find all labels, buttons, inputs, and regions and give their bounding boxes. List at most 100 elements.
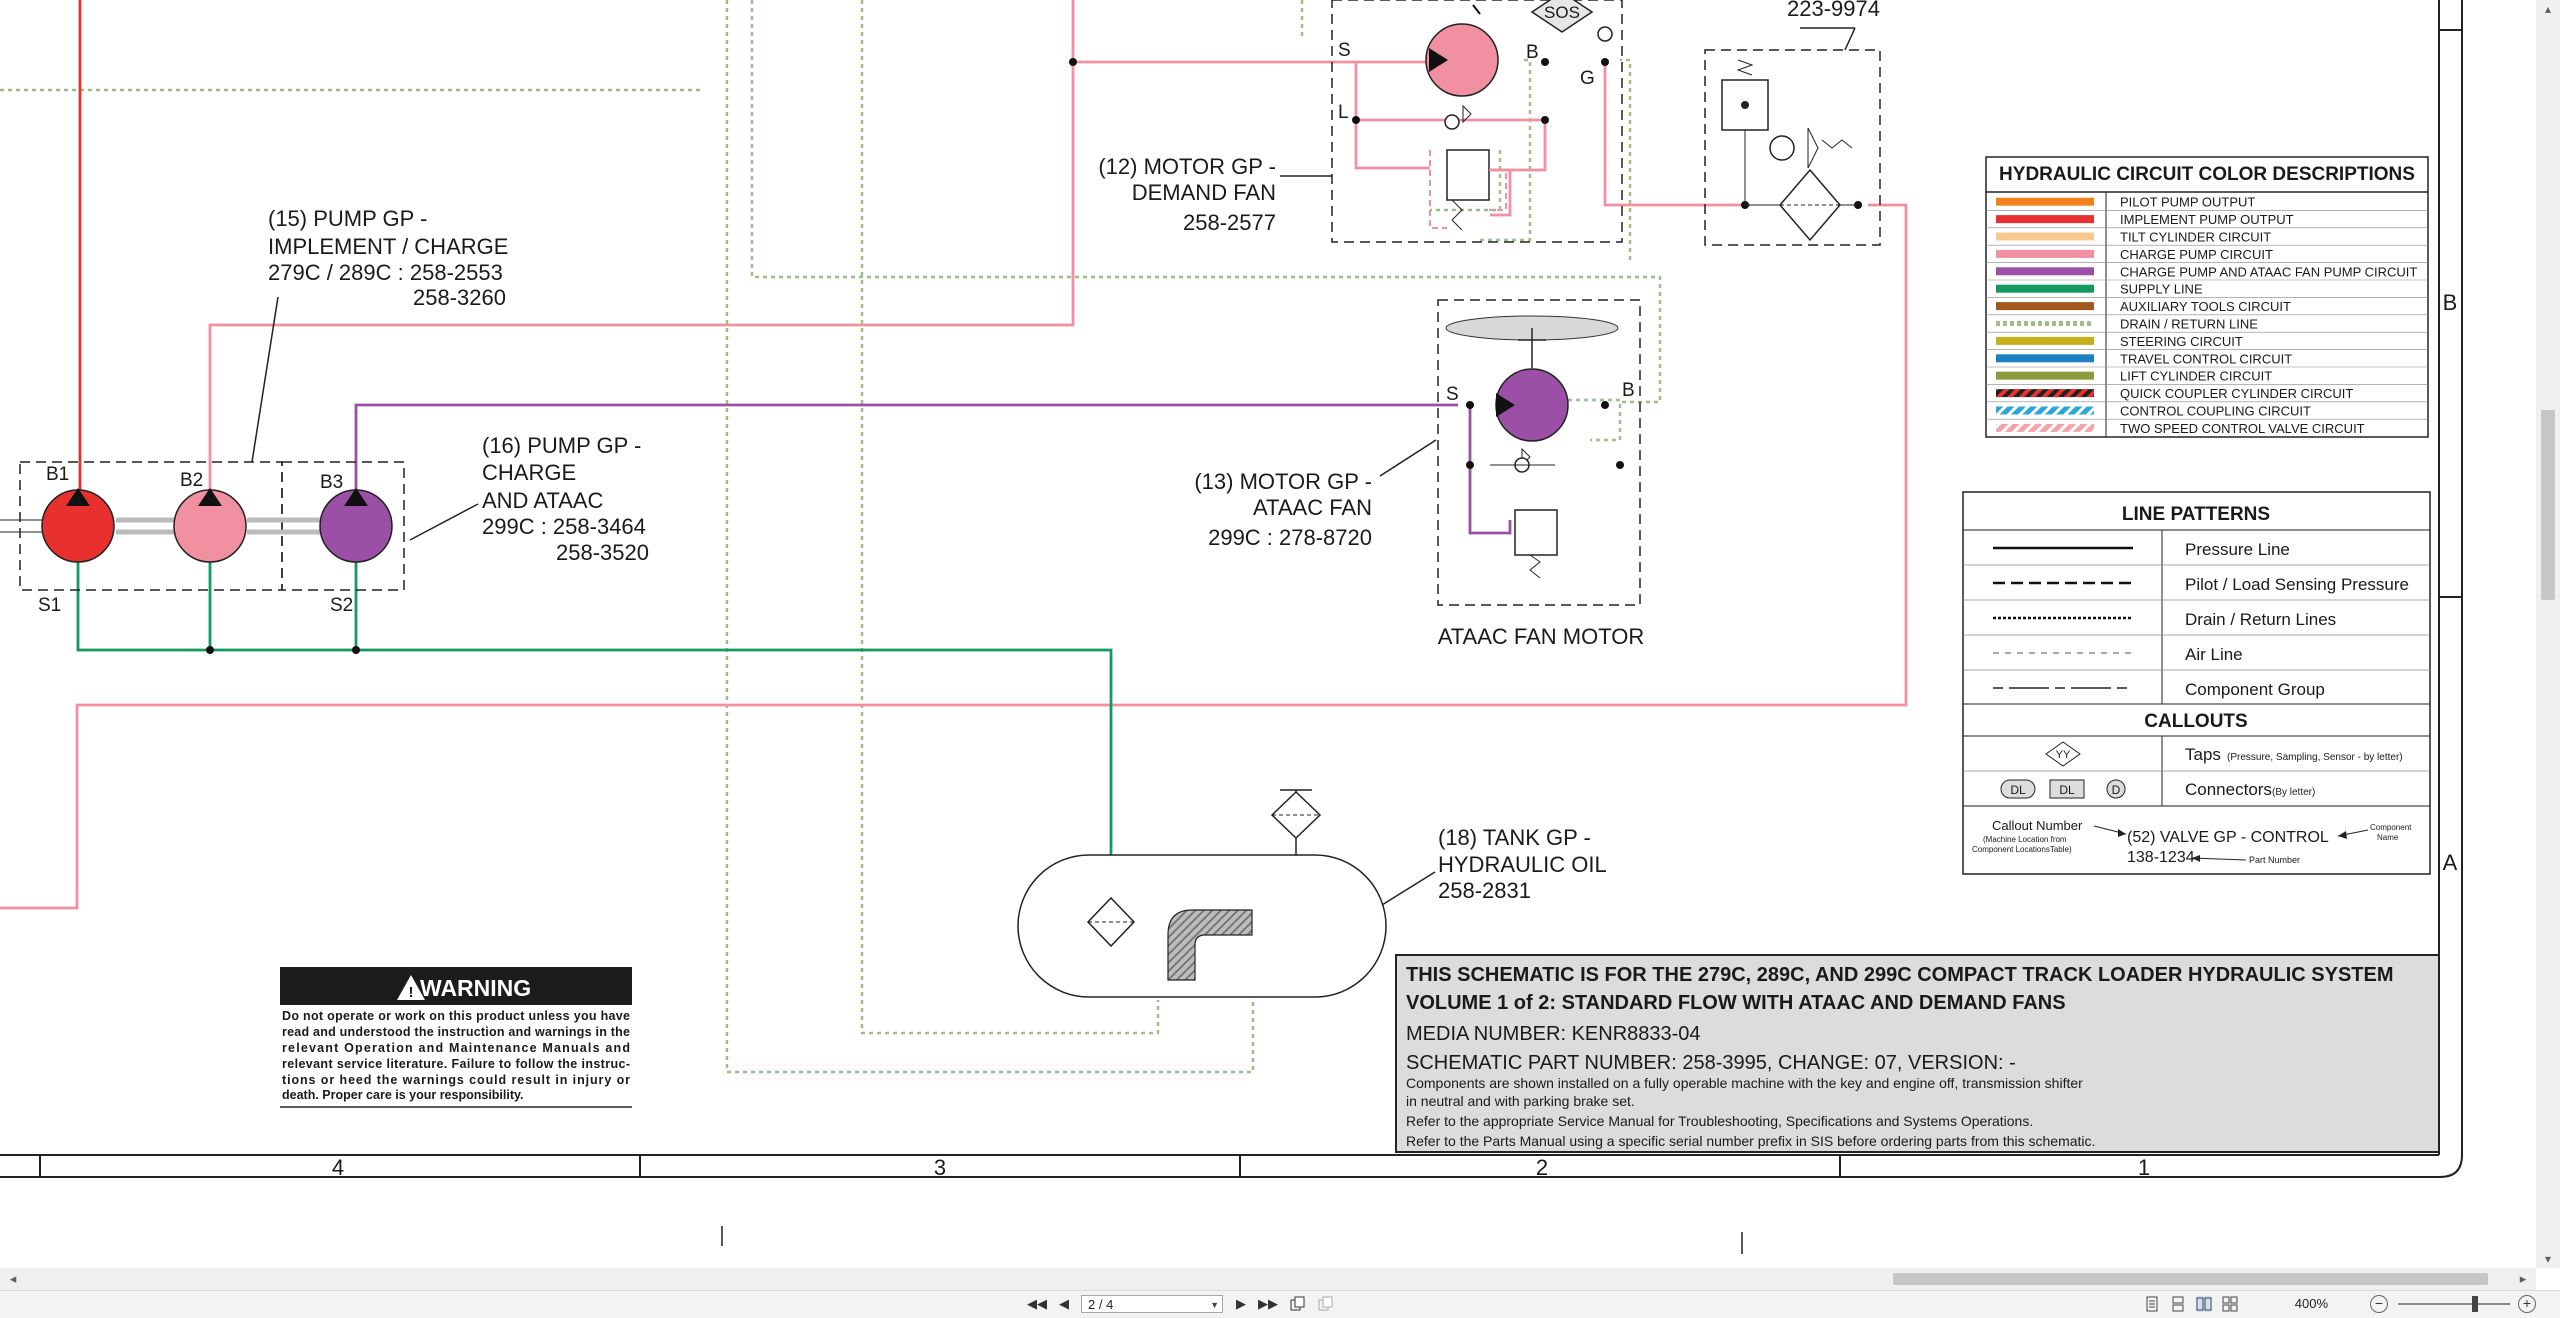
svg-text:Do not operate or work on this: Do not operate or work on this product u… [282, 1009, 630, 1023]
svg-text:DEMAND FAN: DEMAND FAN [1132, 180, 1276, 205]
color-legend-label: TILT CYLINDER CIRCUIT [2120, 230, 2271, 245]
svg-text:(Pressure, Sampling, Sensor -: (Pressure, Sampling, Sensor - by letter) [2227, 752, 2403, 763]
svg-text:death. Proper care is your res: death. Proper care is your responsibilit… [282, 1088, 524, 1102]
compare-page-icon[interactable] [1318, 1296, 1334, 1312]
zoom-level[interactable]: 400% [2272, 1295, 2328, 1313]
motor-13-callout: (13) MOTOR GP - ATAAC FAN 299C : 278-872… [1194, 439, 1645, 649]
color-legend-label: SUPPLY LINE [2120, 282, 2203, 297]
svg-text:DL: DL [2059, 783, 2075, 797]
junction-dots [206, 58, 1862, 654]
svg-text:SOS: SOS [1544, 3, 1580, 22]
svg-text:Part Number: Part Number [2249, 855, 2300, 865]
svg-text:CALLOUTS: CALLOUTS [2144, 711, 2247, 732]
color-swatch [1996, 267, 2094, 276]
color-legend-label: CONTROL COUPLING CIRCUIT [2120, 404, 2311, 419]
color-swatch [1996, 302, 2094, 311]
svg-text:HYDRAULIC CIRCUIT COLOR DESCRI: HYDRAULIC CIRCUIT COLOR DESCRIPTIONS [1999, 164, 2415, 185]
facing-pages-view-icon[interactable] [2196, 1296, 2212, 1312]
svg-text:258-2577: 258-2577 [1183, 210, 1276, 235]
svg-text:): ) [0, 186, 1, 211]
scroll-up-arrow-icon[interactable]: ▴ [2536, 0, 2560, 18]
svg-text:223-9974: 223-9974 [1787, 0, 1880, 21]
vertical-scrollbar[interactable]: ▴ ▾ [2536, 0, 2560, 1268]
last-page-icon[interactable]: ▶▶ [1258, 1295, 1278, 1313]
tank-18-callout: (18) TANK GP - HYDRAULIC OIL 258-2831 [1381, 825, 1607, 906]
vertical-scroll-thumb[interactable] [2541, 410, 2555, 600]
zone-row-b: B [2443, 290, 2458, 315]
svg-text:S: S [1446, 384, 1459, 405]
svg-text:258-3520: 258-3520 [556, 540, 649, 565]
color-legend-label: DRAIN / RETURN LINE [2120, 317, 2258, 332]
color-swatch [1996, 232, 2094, 241]
first-page-icon[interactable]: ◀◀ [1027, 1295, 1047, 1313]
svg-text:B: B [1622, 380, 1635, 401]
previous-page-icon[interactable]: ◀ [1055, 1295, 1073, 1313]
continuous-view-icon[interactable] [2170, 1296, 2186, 1312]
valve-223-9974-group [1704, 49, 1881, 246]
zoom-slider[interactable] [2398, 1303, 2510, 1305]
color-swatch [1996, 284, 2094, 293]
zoom-slider-thumb[interactable] [2472, 1296, 2478, 1312]
color-legend-label: QUICK COUPLER CYLINDER CIRCUIT [2120, 386, 2353, 401]
svg-text:258-2831: 258-2831 [1438, 878, 1531, 903]
svg-text:(By letter): (By letter) [2272, 787, 2315, 798]
color-legend-label: TRAVEL CONTROL CIRCUIT [2120, 351, 2292, 366]
svg-text:B1: B1 [46, 464, 69, 485]
zoom-in-icon[interactable]: + [2518, 1295, 2536, 1313]
color-legend-label: CHARGE PUMP CIRCUIT [2120, 247, 2273, 262]
page-number-value: 2 / 4 [1088, 1297, 1114, 1312]
motor-13-group: S B [1437, 299, 1641, 606]
horizontal-scroll-thumb[interactable] [1893, 1273, 2488, 1285]
svg-text:(15) PUMP GP -: (15) PUMP GP - [268, 206, 427, 231]
svg-text:DL: DL [2010, 783, 2026, 797]
color-swatch [1996, 406, 2094, 415]
color-legend-label: STEERING CIRCUIT [2120, 334, 2243, 349]
sos-tap-icon: SOS [1530, 0, 1594, 33]
zoom-out-icon[interactable]: − [2370, 1295, 2388, 1313]
svg-text:(16) PUMP GP -: (16) PUMP GP - [482, 433, 641, 458]
next-page-icon[interactable]: ▶ [1232, 1295, 1250, 1313]
color-legend-label: PILOT PUMP OUTPUT [2120, 195, 2255, 210]
scroll-left-arrow-icon[interactable]: ◂ [4, 1268, 22, 1290]
svg-text:Refer to the appropriate Servi: Refer to the appropriate Service Manual … [1406, 1113, 2033, 1129]
scroll-right-arrow-icon[interactable]: ▸ [2514, 1268, 2532, 1290]
color-swatch [1996, 249, 2094, 258]
document-viewport[interactable]: SOS S B L G (12) MOTOR GP - DEMAND FAN 2… [0, 0, 2536, 1268]
hydraulic-tank [1017, 789, 1387, 998]
svg-text:Air Line: Air Line [2185, 645, 2243, 664]
svg-text:SCHEMATIC PART NUMBER: 258-399: SCHEMATIC PART NUMBER: 258-3995, CHANGE:… [1406, 1052, 2016, 1074]
svg-text:S: S [1338, 40, 1351, 61]
svg-text:B2: B2 [180, 470, 203, 491]
svg-text:Components are shown installed: Components are shown installed on a full… [1406, 1075, 2083, 1091]
svg-text:G: G [1580, 68, 1595, 89]
continuous-facing-view-icon[interactable] [2222, 1296, 2238, 1312]
horizontal-scrollbar[interactable]: ◂ ▸ [0, 1268, 2536, 1290]
svg-text:299C : 278-8720: 299C : 278-8720 [1208, 525, 1372, 550]
page-dropdown-icon[interactable]: ▼ [1210, 1296, 1219, 1314]
svg-text:ATAAC FAN MOTOR: ATAAC FAN MOTOR [1438, 624, 1645, 649]
svg-text:S1: S1 [38, 595, 61, 616]
svg-text:D: D [2112, 783, 2121, 797]
scroll-down-arrow-icon[interactable]: ▾ [2536, 1250, 2560, 1268]
svg-text:!: ! [409, 984, 414, 1001]
color-swatch [1996, 215, 2094, 224]
svg-text:(52) VALVE GP - CONTROL: (52) VALVE GP - CONTROL [2127, 829, 2329, 846]
svg-text:299C : 258-3464: 299C : 258-3464 [482, 514, 646, 539]
color-legend: HYDRAULIC CIRCUIT COLOR DESCRIPTIONS PIL… [1985, 156, 2429, 438]
page-number-field[interactable]: 2 / 4 ▼ [1081, 1295, 1223, 1313]
svg-text:Component: Component [2370, 823, 2412, 832]
svg-text:relevant service literature. F: relevant service literature. Failure to … [282, 1057, 630, 1071]
color-swatch [1996, 371, 2094, 380]
zone-column-3: 3 [934, 1155, 946, 1180]
svg-text:Callout Number: Callout Number [1992, 818, 2083, 833]
title-block: THIS SCHEMATIC IS FOR THE 279C, 289C, AN… [1395, 954, 2440, 1153]
svg-text:Pilot / Load Sensing Pressure: Pilot / Load Sensing Pressure [2185, 575, 2409, 594]
single-page-view-icon[interactable] [2144, 1296, 2160, 1312]
copy-page-icon[interactable] [1290, 1296, 1306, 1312]
svg-text:YY: YY [2056, 749, 2071, 761]
svg-text:S2: S2 [330, 595, 353, 616]
schematic-sheet: SOS S B L G (12) MOTOR GP - DEMAND FAN 2… [0, 0, 2463, 1254]
svg-text:Name: Name [2377, 833, 2399, 842]
color-swatch [1996, 354, 2094, 363]
svg-text:ATAAC FAN: ATAAC FAN [1253, 495, 1372, 520]
